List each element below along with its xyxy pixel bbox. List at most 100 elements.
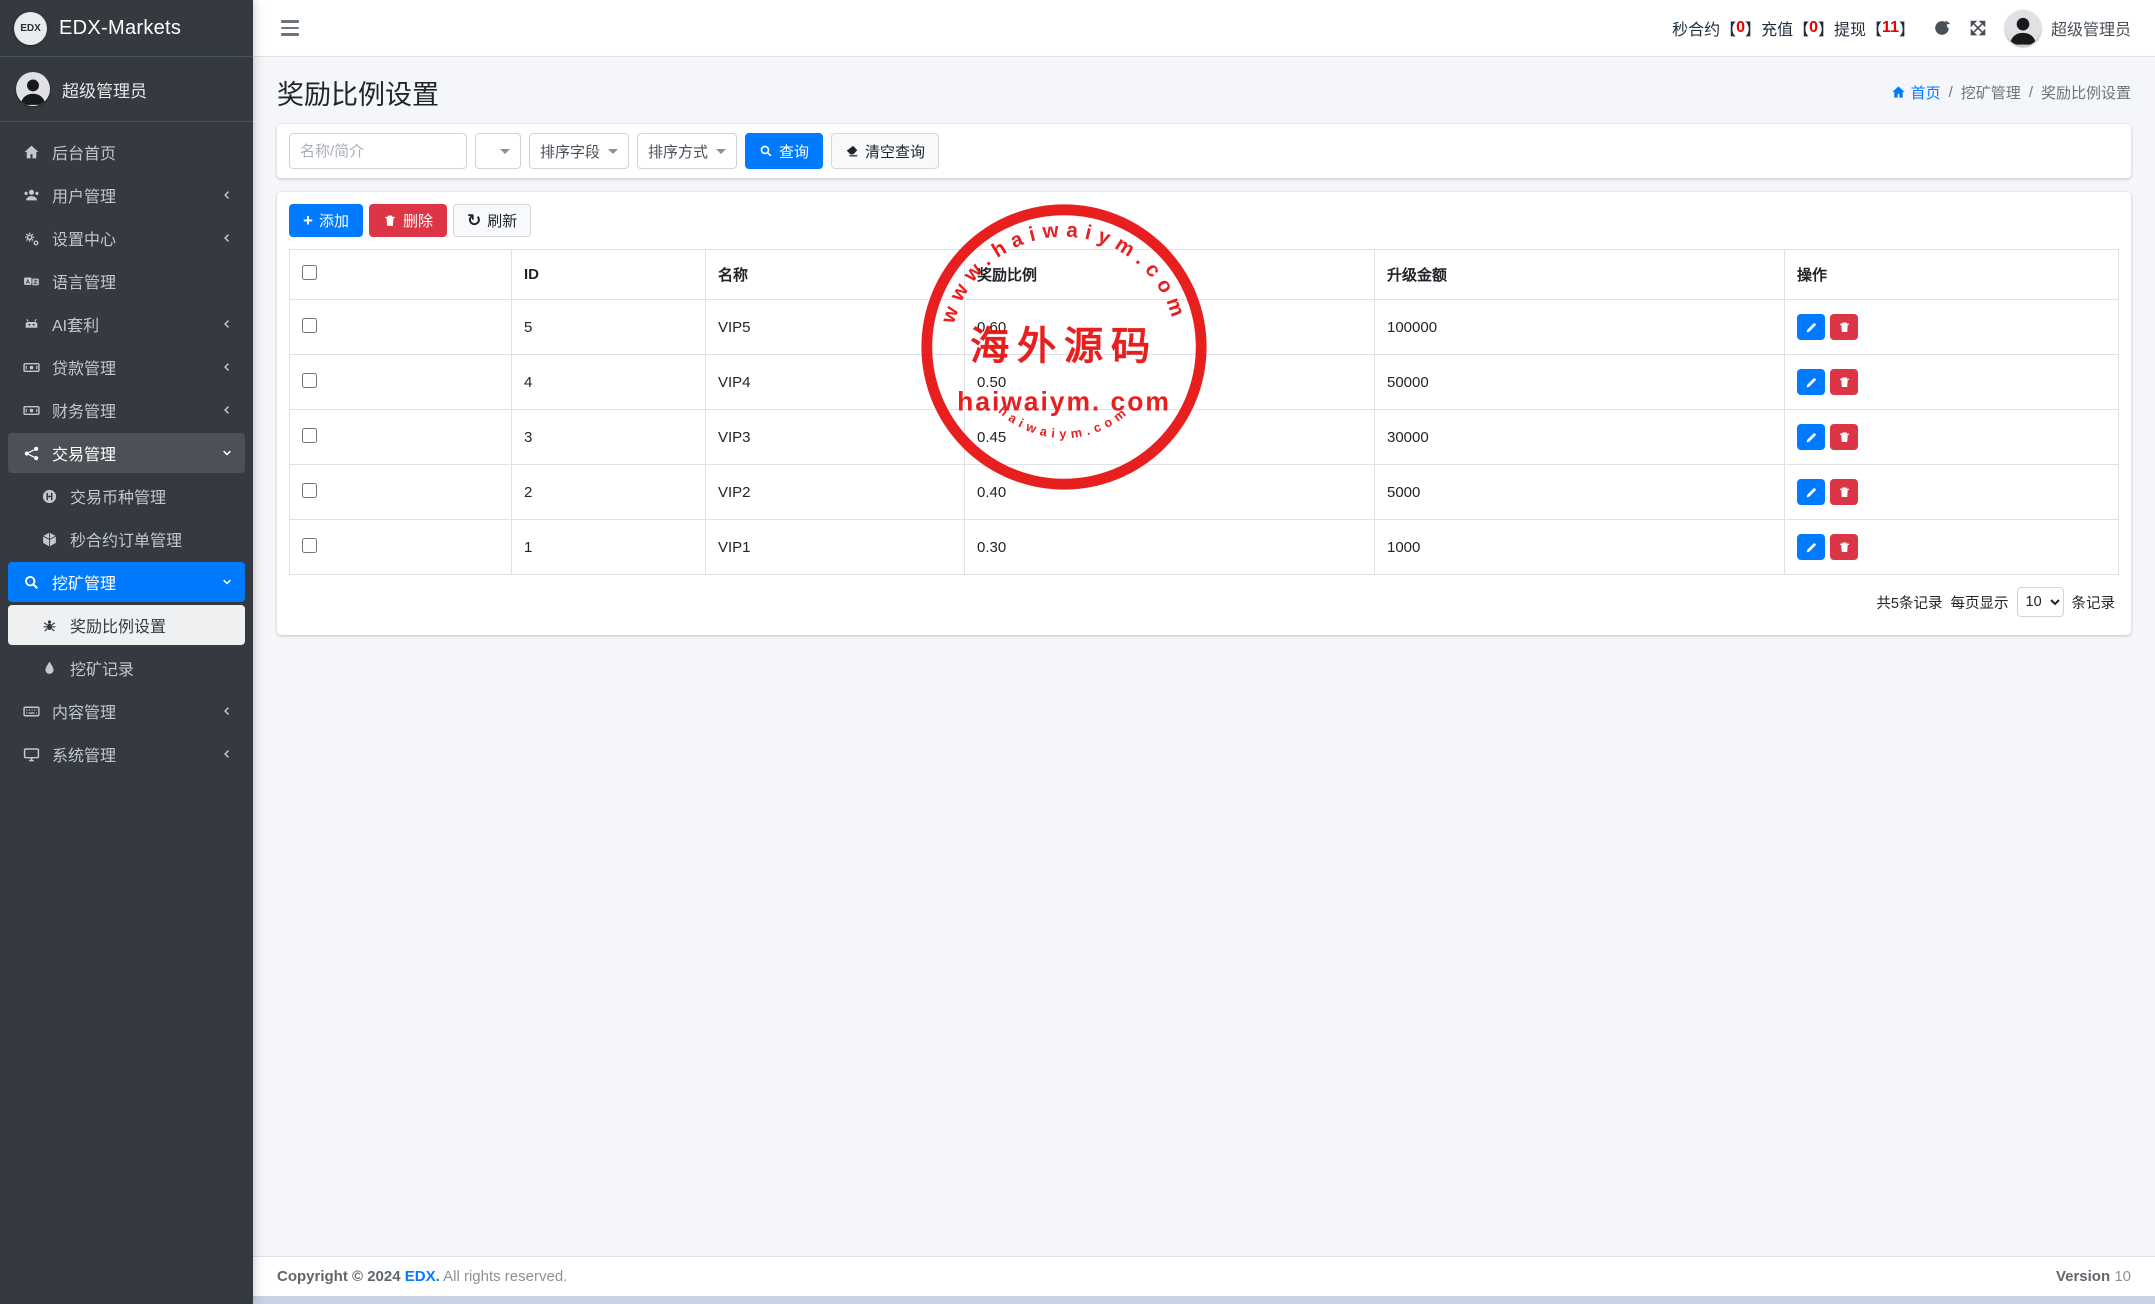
row-checkbox[interactable] <box>302 428 317 443</box>
caret-down-icon <box>608 149 618 154</box>
sidebar-item-mining-records[interactable]: 挖矿记录 <box>8 648 245 688</box>
sidebar-item-trade-coins[interactable]: 交易币种管理 <box>8 476 245 516</box>
trash-icon <box>1838 376 1851 389</box>
breadcrumb: 首页 / 挖矿管理 / 奖励比例设置 <box>1891 82 2131 103</box>
brand[interactable]: EDX EDX-Markets <box>0 0 253 57</box>
topbar-stats: 秒合约【0】 充值【0】 提现【11】 <box>1672 16 1915 40</box>
language-icon: AZ <box>20 273 42 290</box>
search-field-select[interactable] <box>475 133 521 169</box>
edit-button[interactable] <box>1797 314 1825 340</box>
breadcrumb-mining: 挖矿管理 <box>1961 82 2021 103</box>
sidebar-item-dashboard[interactable]: 后台首页 <box>8 132 245 172</box>
topbar-user-menu[interactable]: 超级管理员 <box>2005 10 2131 46</box>
users-icon <box>20 187 42 204</box>
sidebar-item-system[interactable]: 系统管理 <box>8 734 245 774</box>
refresh-icon[interactable] <box>1933 19 1951 37</box>
sidebar-item-ai-arbitrage[interactable]: AI套利 <box>8 304 245 344</box>
plus-icon: + <box>303 212 313 229</box>
person-icon <box>2005 12 2041 46</box>
edit-button[interactable] <box>1797 534 1825 560</box>
sidebar-item-language[interactable]: AZ 语言管理 <box>8 261 245 301</box>
stat-seconds-contract: 0 <box>1736 19 1745 37</box>
person-icon <box>16 74 50 106</box>
page-title: 奖励比例设置 <box>277 73 439 112</box>
delete-row-button[interactable] <box>1830 424 1858 450</box>
coin-h-icon <box>38 488 60 505</box>
fullscreen-icon[interactable] <box>1969 19 1987 37</box>
sort-order-select[interactable]: 排序方式 <box>637 133 737 169</box>
breadcrumb-current: 奖励比例设置 <box>2041 82 2131 103</box>
eraser-icon <box>845 144 859 158</box>
sidebar-item-users[interactable]: 用户管理 <box>8 175 245 215</box>
sidebar: EDX EDX-Markets 超级管理员 后台首页 用户管理 设置中心 <box>0 0 253 1304</box>
refresh-button[interactable]: ↻刷新 <box>453 204 531 237</box>
caret-down-icon <box>716 149 726 154</box>
hamburger-menu-icon[interactable] <box>277 16 303 40</box>
delete-row-button[interactable] <box>1830 314 1858 340</box>
sidebar-item-finance[interactable]: 财务管理 <box>8 390 245 430</box>
refresh-icon: ↻ <box>467 212 481 229</box>
footer-version: Version 10 <box>2056 1268 2131 1285</box>
footer-brand-link[interactable]: EDX. <box>405 1268 440 1285</box>
keyboard-icon <box>20 703 42 720</box>
footer: Copyright © 2024 EDX. All rights reserve… <box>253 1256 2155 1296</box>
breadcrumb-home-link[interactable]: 首页 <box>1891 82 1941 103</box>
home-icon <box>20 144 42 161</box>
gears-icon <box>20 230 42 247</box>
pencil-icon <box>1805 486 1818 499</box>
pencil-icon <box>1805 541 1818 554</box>
sidebar-item-content[interactable]: 内容管理 <box>8 691 245 731</box>
chevron-left-icon <box>219 189 233 201</box>
delete-button[interactable]: 删除 <box>369 204 447 237</box>
pencil-icon <box>1805 321 1818 334</box>
chevron-left-icon <box>219 404 233 416</box>
user-avatar <box>2005 10 2041 46</box>
trash-icon <box>383 214 397 228</box>
app-window: EDX EDX-Markets 超级管理员 后台首页 用户管理 设置中心 <box>0 0 2155 1304</box>
row-checkbox[interactable] <box>302 373 317 388</box>
stat-withdraw: 11 <box>1882 19 1899 37</box>
pencil-icon <box>1805 376 1818 389</box>
delete-row-button[interactable] <box>1830 534 1858 560</box>
chevron-left-icon <box>219 361 233 373</box>
search-icon <box>759 144 773 158</box>
edit-button[interactable] <box>1797 479 1825 505</box>
money-bill-icon <box>20 359 42 376</box>
topbar-username: 超级管理员 <box>2051 16 2131 40</box>
edit-button[interactable] <box>1797 424 1825 450</box>
sidebar-user-panel[interactable]: 超级管理员 <box>0 57 253 122</box>
chevron-down-icon <box>219 576 233 588</box>
table-row: 5 VIP5 0.60 100000 <box>290 300 2119 355</box>
col-amount: 升级金额 <box>1375 250 1785 300</box>
per-page-select[interactable]: 10 <box>2017 587 2064 617</box>
chevron-down-icon <box>219 447 233 459</box>
caret-down-icon <box>500 149 510 154</box>
content: 奖励比例设置 首页 / 挖矿管理 / 奖励比例设置 排序字段 排序方式 <box>253 57 2155 1256</box>
sidebar-item-settings[interactable]: 设置中心 <box>8 218 245 258</box>
sort-field-select[interactable]: 排序字段 <box>529 133 629 169</box>
delete-row-button[interactable] <box>1830 369 1858 395</box>
col-actions: 操作 <box>1785 250 2119 300</box>
desktop-icon <box>20 746 42 763</box>
col-ratio: 奖励比例 <box>965 250 1375 300</box>
chevron-left-icon <box>219 748 233 760</box>
row-checkbox[interactable] <box>302 318 317 333</box>
delete-row-button[interactable] <box>1830 479 1858 505</box>
sidebar-item-loans[interactable]: 贷款管理 <box>8 347 245 387</box>
sidebar-item-trade[interactable]: 交易管理 <box>8 433 245 473</box>
money-bill-icon <box>20 402 42 419</box>
robot-icon <box>20 316 42 333</box>
row-checkbox[interactable] <box>302 538 317 553</box>
sidebar-item-mining[interactable]: 挖矿管理 <box>8 562 245 602</box>
clear-query-button[interactable]: 清空查询 <box>831 133 939 169</box>
row-checkbox[interactable] <box>302 483 317 498</box>
select-all-checkbox[interactable] <box>302 265 317 280</box>
add-button[interactable]: +添加 <box>289 204 363 237</box>
edit-button[interactable] <box>1797 369 1825 395</box>
search-input[interactable] <box>289 133 467 169</box>
sidebar-item-contract-orders[interactable]: 秒合约订单管理 <box>8 519 245 559</box>
query-button[interactable]: 查询 <box>745 133 823 169</box>
sidebar-item-reward-ratio[interactable]: 奖励比例设置 <box>8 605 245 645</box>
user-avatar <box>16 72 50 106</box>
chevron-left-icon <box>219 232 233 244</box>
